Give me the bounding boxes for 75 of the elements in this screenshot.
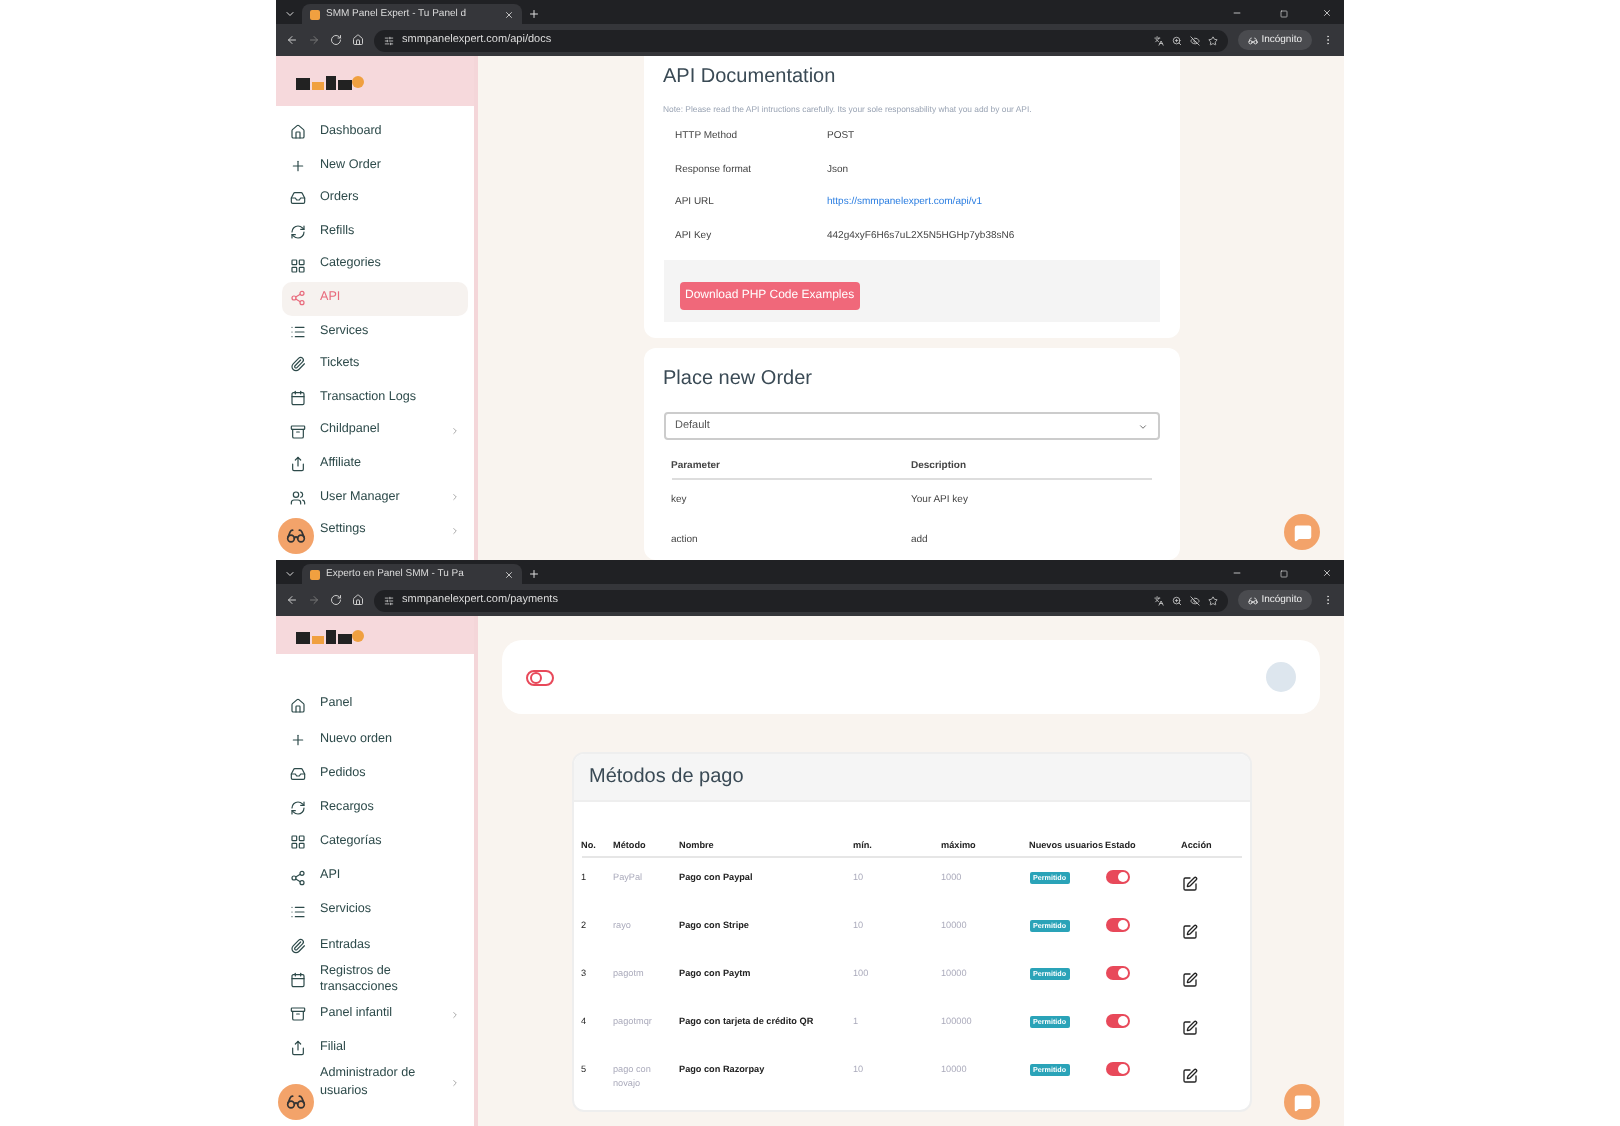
refresh-icon [290, 224, 306, 241]
glasses-icon [286, 1092, 306, 1112]
back-icon[interactable] [286, 34, 298, 46]
share-icon [290, 869, 306, 886]
tab-list-icon[interactable] [284, 568, 296, 580]
edit-icon[interactable] [1181, 1068, 1197, 1084]
chat-icon [1293, 1093, 1311, 1111]
chevron-icon [450, 1078, 460, 1089]
edit-icon[interactable] [1181, 972, 1197, 988]
status-toggle[interactable] [1105, 1062, 1129, 1076]
new-tab-icon[interactable] [528, 568, 540, 580]
home-icon [290, 124, 306, 141]
caret-icon [1137, 421, 1147, 431]
home-icon [290, 697, 306, 714]
favicon-icon [310, 9, 320, 19]
logo [296, 625, 368, 645]
edit-icon[interactable] [1181, 1020, 1197, 1036]
edit-icon[interactable] [1181, 876, 1197, 892]
grid-icon [290, 257, 306, 274]
translate-icon[interactable] [1153, 35, 1164, 45]
minimize-icon[interactable] [1232, 568, 1242, 578]
maximize-icon[interactable] [1280, 570, 1288, 578]
chevron-icon [450, 1009, 460, 1020]
status-toggle[interactable] [1105, 1014, 1129, 1028]
favicon-icon [310, 569, 320, 579]
chevron-icon [450, 492, 460, 503]
grid-icon [290, 834, 306, 851]
list-icon [290, 323, 306, 340]
users-icon [290, 489, 306, 506]
back-icon[interactable] [286, 594, 298, 606]
status-toggle[interactable] [1105, 870, 1129, 884]
refresh-icon [290, 800, 306, 817]
status-toggle[interactable] [1105, 918, 1129, 932]
upload-icon [290, 1040, 306, 1057]
zoom-icon[interactable] [1171, 35, 1182, 45]
share-icon [290, 290, 306, 307]
chat-icon [1293, 523, 1311, 541]
inbox-icon [290, 190, 306, 207]
home-icon[interactable] [352, 594, 364, 606]
upload-icon [290, 456, 306, 473]
edit-icon[interactable] [1181, 924, 1197, 940]
home-icon[interactable] [352, 34, 364, 46]
card-title: Métodos de pago [573, 754, 1249, 802]
eye-off-icon[interactable] [1189, 595, 1200, 605]
chevron-icon [450, 525, 460, 536]
site-info-icon[interactable] [384, 595, 394, 605]
maximize-icon[interactable] [1280, 10, 1288, 18]
calendar-icon [290, 390, 306, 407]
card-title: Place new Order [663, 368, 814, 390]
chevron-icon [450, 426, 460, 437]
list-icon [290, 903, 306, 920]
card-title: API Documentation [663, 66, 838, 88]
tab-list-icon[interactable] [284, 8, 296, 20]
archive-icon [290, 1006, 306, 1023]
plus-icon [290, 157, 306, 174]
glasses-icon [286, 526, 306, 546]
paperclip-icon [290, 356, 306, 373]
new-tab-icon[interactable] [528, 8, 540, 20]
reload-icon[interactable] [330, 34, 342, 46]
calendar-icon [290, 972, 306, 989]
status-toggle[interactable] [1105, 966, 1129, 980]
plus-icon [290, 731, 306, 748]
translate-icon[interactable] [1153, 595, 1164, 605]
sidebar-toggle[interactable] [526, 669, 554, 685]
zoom-icon[interactable] [1171, 595, 1182, 605]
reload-icon[interactable] [330, 594, 342, 606]
site-info-icon[interactable] [384, 35, 394, 45]
logo [296, 71, 368, 91]
eye-off-icon[interactable] [1189, 35, 1200, 45]
inbox-icon [290, 765, 306, 782]
paperclip-icon [290, 937, 306, 954]
archive-icon [290, 423, 306, 440]
minimize-icon[interactable] [1232, 8, 1242, 18]
bookmark-star-icon[interactable] [1207, 35, 1218, 45]
bookmark-star-icon[interactable] [1207, 595, 1218, 605]
